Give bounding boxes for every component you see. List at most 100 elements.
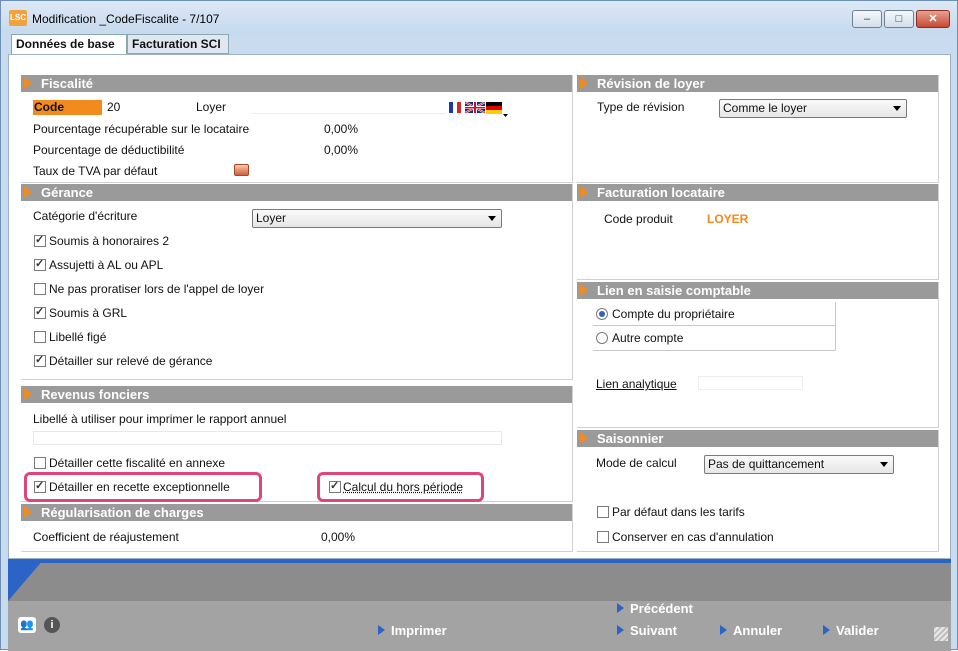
highlight-recette-exceptionnelle xyxy=(24,472,262,502)
radio-row-autre[interactable]: Autre compte xyxy=(593,326,836,351)
panel-facturation-locataire: Facturation locataire Code produit LOYER xyxy=(577,184,939,280)
checkbox-ne-pas-proratiser[interactable] xyxy=(34,283,46,295)
annuler-button[interactable]: Annuler xyxy=(720,623,782,638)
code-field[interactable]: 20 xyxy=(105,100,189,114)
section-header-lien: Lien en saisie comptable xyxy=(577,282,938,299)
arrow-right-icon xyxy=(823,625,830,635)
chevron-right-icon xyxy=(580,77,588,89)
chevron-down-icon xyxy=(893,106,901,111)
coefficient-field[interactable]: 0,00% xyxy=(252,530,357,544)
mode-calcul-label: Mode de calcul xyxy=(596,456,677,470)
pct-recuperable-field[interactable]: 0,00% xyxy=(292,122,360,136)
lien-analytique-link[interactable]: Lien analytique xyxy=(596,377,677,391)
checkbox-detailler-releve-label: Détailler sur relevé de gérance xyxy=(49,354,213,368)
section-title: Lien en saisie comptable xyxy=(597,283,751,298)
corner-decoration xyxy=(8,559,44,601)
chevron-right-icon xyxy=(580,432,588,444)
checkbox-detailler-annexe-label: Détailler cette fiscalité en annexe xyxy=(49,456,226,470)
users-icon[interactable]: 👥 xyxy=(18,617,36,633)
code-produit-label: Code produit xyxy=(604,212,673,226)
checkbox-detailler-annexe[interactable] xyxy=(34,457,46,469)
pct-deductibilite-field[interactable]: 0,00% xyxy=(292,143,360,157)
highlight-calcul-hors-periode xyxy=(317,472,484,502)
lien-analytique-field[interactable] xyxy=(698,376,803,390)
flags-icon[interactable] xyxy=(449,100,515,117)
pct-recuperable-label: Pourcentage récupérable sur le locataire xyxy=(33,122,250,136)
radio-compte-proprietaire[interactable] xyxy=(596,308,608,320)
section-title: Régularisation de charges xyxy=(41,505,204,520)
suivant-label: Suivant xyxy=(630,623,677,638)
categorie-select[interactable]: Loyer xyxy=(252,209,502,228)
radio-row-proprietaire[interactable]: Compte du propriétaire xyxy=(593,302,836,326)
imprimer-label: Imprimer xyxy=(391,623,447,638)
checkbox-defaut-tarifs-label: Par défaut dans les tarifs xyxy=(612,505,745,519)
chevron-right-icon xyxy=(580,284,588,296)
panel-fiscalite: Fiscalité Code 20 Loyer Pourcentage récu… xyxy=(21,75,573,183)
title-bar[interactable]: LSC Modification _CodeFiscalite - 7/107 … xyxy=(1,1,957,33)
arrow-right-icon xyxy=(720,625,727,635)
checkbox-honoraires-2-label: Soumis à honoraires 2 xyxy=(49,234,170,248)
arrow-right-icon xyxy=(378,625,385,635)
checkbox-soumis-grl-label: Soumis à GRL xyxy=(49,306,128,320)
type-revision-label: Type de révision xyxy=(597,100,685,114)
tva-label: Taux de TVA par défaut xyxy=(33,164,158,178)
checkbox-libelle-fige-label: Libellé figé xyxy=(49,330,107,344)
app-logo-icon: LSC xyxy=(9,10,27,26)
app-window: LSC Modification _CodeFiscalite - 7/107 … xyxy=(0,0,958,651)
close-icon[interactable]: ✕ xyxy=(916,10,950,28)
checkbox-assujetti-al-apl[interactable] xyxy=(34,257,46,271)
mode-calcul-select[interactable]: Pas de quittancement xyxy=(704,455,894,474)
checkbox-soumis-grl[interactable] xyxy=(34,305,46,319)
type-revision-value: Comme le loyer xyxy=(723,101,808,115)
annuler-label: Annuler xyxy=(733,623,783,638)
checkbox-assujetti-al-apl-label: Assujetti à AL ou APL xyxy=(49,258,164,272)
section-title: Fiscalité xyxy=(41,76,94,91)
chevron-right-icon xyxy=(24,77,32,89)
categorie-label: Catégorie d'écriture xyxy=(33,209,138,223)
arrow-right-icon xyxy=(617,603,624,613)
chevron-right-icon xyxy=(580,186,588,198)
coefficient-label: Coefficient de réajustement xyxy=(33,530,179,544)
checkbox-defaut-tarifs[interactable] xyxy=(597,506,609,518)
tab-facturation-sci[interactable]: Facturation SCI xyxy=(127,34,229,54)
precedent-label: Précédent xyxy=(630,601,693,616)
maximize-icon[interactable]: □ xyxy=(884,10,914,28)
code-label: Code xyxy=(33,100,102,115)
section-title: Révision de loyer xyxy=(597,76,705,91)
libelle-label: Loyer xyxy=(196,100,227,114)
pct-deductibilite-label: Pourcentage de déductibilité xyxy=(33,143,185,157)
info-icon[interactable]: i xyxy=(44,617,60,633)
section-header-saisonnier: Saisonnier xyxy=(577,430,938,447)
checkbox-libelle-fige[interactable] xyxy=(34,331,46,343)
type-revision-select[interactable]: Comme le loyer xyxy=(719,99,907,118)
tva-lookup-icon[interactable] xyxy=(234,164,249,176)
precedent-button[interactable]: Précédent xyxy=(617,601,693,616)
chevron-down-icon xyxy=(880,462,888,467)
libelle-field[interactable] xyxy=(251,100,446,114)
minimize-icon[interactable]: – xyxy=(852,10,882,28)
checkbox-detailler-releve[interactable] xyxy=(34,353,46,367)
form-content: Fiscalité Code 20 Loyer Pourcentage récu… xyxy=(8,54,951,559)
chevron-down-icon xyxy=(488,216,496,221)
imprimer-button[interactable]: Imprimer xyxy=(378,623,447,638)
code-produit-field[interactable]: LOYER xyxy=(707,212,812,226)
action-bar: Précédent Imprimer Suivant Annuler Valid… xyxy=(8,559,951,651)
checkbox-conserver-annulation[interactable] xyxy=(597,531,609,543)
valider-label: Valider xyxy=(836,623,879,638)
checkbox-honoraires-2[interactable] xyxy=(34,233,46,247)
section-header-revenus: Revenus fonciers xyxy=(21,386,572,403)
radio-autre-compte[interactable] xyxy=(596,332,608,344)
tab-donnees-de-base[interactable]: Données de base xyxy=(11,34,127,55)
suivant-button[interactable]: Suivant xyxy=(617,623,677,638)
libelle-rapport-field[interactable] xyxy=(33,431,502,445)
section-title: Saisonnier xyxy=(597,431,664,446)
categorie-value: Loyer xyxy=(256,211,287,225)
section-header-revision: Révision de loyer xyxy=(577,75,938,92)
mode-calcul-value: Pas de quittancement xyxy=(708,457,825,471)
checkbox-ne-pas-proratiser-label: Ne pas proratiser lors de l'appel de loy… xyxy=(49,282,265,296)
resize-grip-icon[interactable] xyxy=(934,627,948,641)
panel-regularisation: Régularisation de charges Coefficient de… xyxy=(21,504,573,552)
valider-button[interactable]: Valider xyxy=(823,623,879,638)
radio-compte-proprietaire-label: Compte du propriétaire xyxy=(612,307,735,321)
arrow-right-icon xyxy=(617,625,624,635)
